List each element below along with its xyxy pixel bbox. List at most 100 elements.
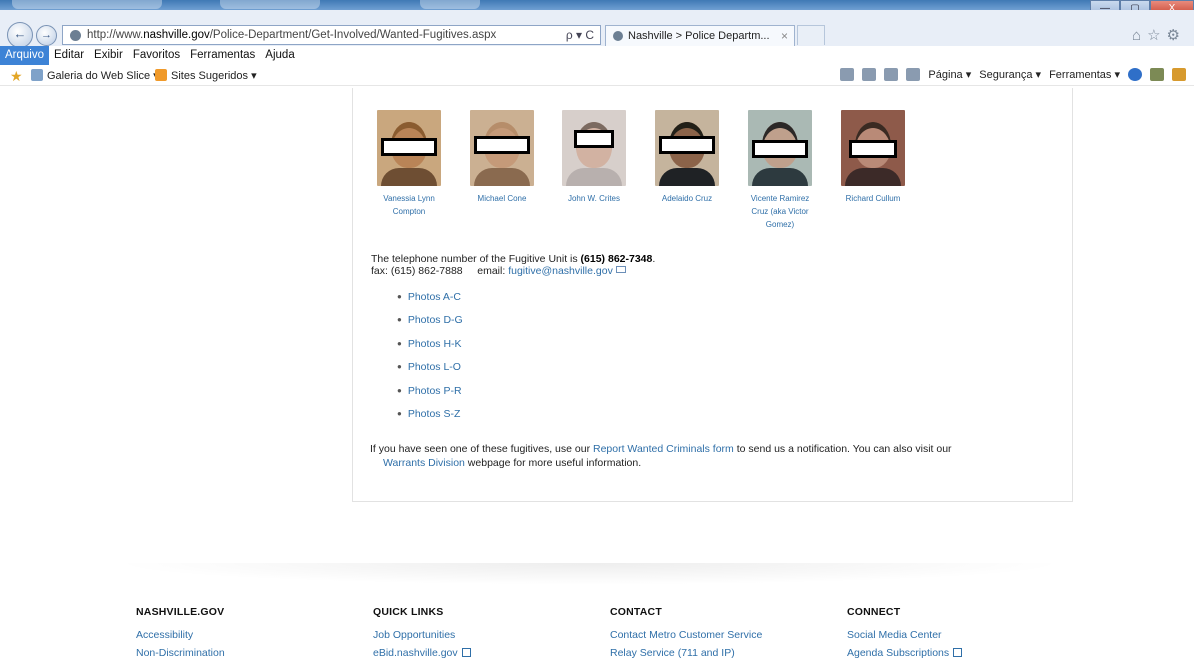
- photos-link[interactable]: Photos D-G: [408, 314, 463, 326]
- bullet-icon: ●: [397, 338, 402, 348]
- mail-icon[interactable]: [884, 68, 899, 81]
- security-menu[interactable]: Segurança ▾: [979, 68, 1041, 81]
- footer-link[interactable]: Accessibility: [136, 629, 225, 641]
- menu-edit[interactable]: Editar: [49, 46, 89, 65]
- mugshot-shoulders: [474, 168, 530, 186]
- list-item: ● Photos P-R: [397, 384, 463, 407]
- titlebar-glow: [420, 0, 480, 9]
- feeds-icon[interactable]: [862, 68, 877, 81]
- bullet-icon: ●: [397, 408, 402, 418]
- menu-tools[interactable]: Ferramentas: [185, 46, 260, 65]
- menu-favorites[interactable]: Favoritos: [128, 46, 185, 65]
- list-item: ● Photos A-C: [397, 290, 463, 313]
- fugitive-card[interactable]: Michael Cone: [462, 110, 542, 205]
- favorites-star-icon[interactable]: ★: [10, 68, 23, 85]
- footer-heading: NASHVILLE.GOV: [136, 606, 225, 618]
- photos-link[interactable]: Photos L-O: [408, 361, 461, 373]
- footer-heading: CONNECT: [847, 606, 901, 618]
- fugitive-name-link[interactable]: Michael Cone: [462, 192, 542, 205]
- fax-number: fax: (615) 862-7888: [371, 265, 463, 277]
- favorites-bar: ★ Galeria do Web Slice ▾ Sites Sugeridos…: [0, 65, 1194, 86]
- bullet-icon: ●: [397, 315, 402, 325]
- email-label: email:: [477, 265, 506, 277]
- footer-link[interactable]: Non-Discrimination: [136, 647, 225, 659]
- web-slice-icon: [31, 69, 43, 81]
- fugitive-name-link[interactable]: John W. Crites: [554, 192, 634, 205]
- home-icon[interactable]: [840, 68, 855, 81]
- url-domain: nashville.gov: [143, 29, 210, 41]
- search-refresh-controls[interactable]: ρ ▾ C: [566, 28, 594, 42]
- mugshot-photo[interactable]: [748, 110, 812, 186]
- mugshot-shoulders: [752, 168, 808, 186]
- fugitive-name-link[interactable]: Richard Cullum: [833, 192, 913, 205]
- fugitive-card[interactable]: Vanessia Lynn Compton: [369, 110, 449, 218]
- bullet-icon: ●: [397, 362, 402, 372]
- suggested-sites-link[interactable]: Sites Sugeridos ▾: [171, 69, 257, 82]
- report-line-1: If you have seen one of these fugitives,…: [370, 443, 1060, 457]
- footer-link[interactable]: Job Opportunities: [373, 629, 471, 641]
- footer-link-label: Relay Service (711 and IP): [610, 647, 735, 659]
- mail-icon: [615, 266, 626, 273]
- fugitive-name-link[interactable]: Vicente Ramirez Cruz (aka Victor Gomez): [740, 192, 820, 231]
- back-arrow-icon: ←: [13, 26, 27, 41]
- mugshot-photo[interactable]: [470, 110, 534, 186]
- new-tab-button[interactable]: [797, 25, 825, 45]
- list-item: ● Photos H-K: [397, 337, 463, 360]
- forward-button[interactable]: →: [36, 25, 57, 46]
- back-button[interactable]: ←: [7, 22, 33, 48]
- report-text: If you have seen one of these fugitives,…: [370, 443, 593, 455]
- help-icon[interactable]: [1128, 68, 1142, 81]
- identity-censor-bar: [574, 130, 614, 148]
- address-bar[interactable]: http://www.nashville.gov/Police-Departme…: [62, 25, 601, 45]
- messenger-icon[interactable]: [1172, 68, 1186, 81]
- name-line: Cruz (aka Victor: [751, 207, 809, 216]
- footer-link[interactable]: Social Media Center: [847, 629, 962, 641]
- fugitive-gallery: Vanessia Lynn Compton Michael Cone John W…: [369, 110, 939, 235]
- fugitive-name-link[interactable]: Vanessia Lynn Compton: [369, 192, 449, 218]
- warrants-division-link[interactable]: Warrants Division: [383, 457, 465, 469]
- fax-email-line: fax: (615) 862-7888 email: fugitive@nash…: [371, 265, 655, 277]
- fugitive-card[interactable]: John W. Crites: [554, 110, 634, 205]
- mugshot-photo[interactable]: [841, 110, 905, 186]
- name-line: Vanessia Lynn: [383, 194, 435, 203]
- identity-censor-bar: [849, 140, 897, 158]
- footer-link[interactable]: Agenda Subscriptions: [847, 647, 963, 659]
- menu-file[interactable]: Arquivo: [0, 46, 49, 65]
- report-wanted-criminals-link[interactable]: Report Wanted Criminals form: [593, 443, 734, 455]
- phone-suffix: .: [652, 253, 656, 265]
- identity-censor-bar: [474, 136, 530, 154]
- web-slice-gallery-link[interactable]: Galeria do Web Slice ▾: [47, 69, 159, 82]
- photos-link[interactable]: Photos A-C: [408, 291, 461, 303]
- address-url[interactable]: http://www.nashville.gov/Police-Departme…: [87, 29, 496, 41]
- settings-gear-icon[interactable]: ⚙: [1167, 27, 1186, 44]
- fugitive-name-link[interactable]: Adelaido Cruz: [647, 192, 727, 205]
- mugshot-photo[interactable]: [377, 110, 441, 186]
- fugitive-card[interactable]: Adelaido Cruz: [647, 110, 727, 205]
- report-line-2: Warrants Division webpage for more usefu…: [370, 457, 1060, 471]
- footer-link[interactable]: Relay Service (711 and IP): [610, 647, 762, 659]
- photos-link[interactable]: Photos S-Z: [408, 408, 461, 420]
- mugshot-photo[interactable]: [562, 110, 626, 186]
- fugitive-card[interactable]: Richard Cullum: [833, 110, 913, 205]
- footer-column-nashville: NASHVILLE.GOV Accessibility Non-Discrimi…: [136, 606, 225, 659]
- fugitive-card[interactable]: Vicente Ramirez Cruz (aka Victor Gomez): [740, 110, 820, 231]
- photos-link[interactable]: Photos H-K: [408, 338, 462, 350]
- photos-link[interactable]: Photos P-R: [408, 385, 462, 397]
- favorites-star-icon[interactable]: ☆: [1147, 27, 1166, 44]
- list-item: ● Photos S-Z: [397, 407, 463, 430]
- menu-view[interactable]: Exibir: [89, 46, 128, 65]
- home-icon[interactable]: ⌂: [1132, 27, 1147, 44]
- footer-link[interactable]: Contact Metro Customer Service: [610, 629, 762, 641]
- research-icon[interactable]: [1150, 68, 1164, 81]
- browser-tab[interactable]: Nashville > Police Departm... ×: [605, 25, 795, 46]
- tab-close-icon[interactable]: ×: [781, 29, 788, 43]
- email-link[interactable]: fugitive@nashville.gov: [508, 265, 613, 277]
- report-paragraph: If you have seen one of these fugitives,…: [370, 443, 1060, 470]
- mugshot-photo[interactable]: [655, 110, 719, 186]
- page-menu[interactable]: Página ▾: [928, 68, 971, 81]
- print-icon[interactable]: [906, 68, 921, 81]
- tools-menu[interactable]: Ferramentas ▾: [1049, 68, 1120, 81]
- footer-link[interactable]: eBid.nashville.gov: [373, 647, 471, 659]
- menu-help[interactable]: Ajuda: [260, 46, 299, 65]
- phone-prefix: The telephone number of the Fugitive Uni…: [371, 253, 581, 265]
